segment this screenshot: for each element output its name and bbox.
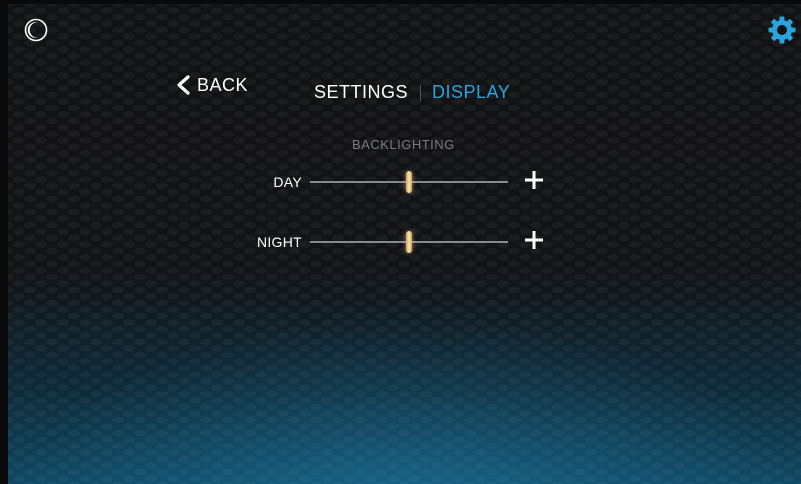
- display-settings-screen: BACK SETTINGS DISPLAY BACKLIGHTING DAY N…: [0, 0, 801, 484]
- day-plus-icon[interactable]: [522, 168, 546, 192]
- breadcrumb: SETTINGS DISPLAY: [314, 82, 510, 103]
- day-slider-row: DAY: [238, 170, 558, 194]
- night-slider-thumb[interactable]: [406, 231, 412, 253]
- breadcrumb-divider: [420, 84, 422, 101]
- day-slider-label: DAY: [273, 174, 302, 190]
- night-slider-label: NIGHT: [256, 234, 302, 250]
- night-slider-track[interactable]: [310, 231, 508, 253]
- day-slider-thumb[interactable]: [406, 171, 412, 193]
- breadcrumb-settings[interactable]: SETTINGS: [314, 82, 408, 103]
- chevron-left-icon: [177, 75, 190, 95]
- back-label: BACK: [197, 74, 249, 95]
- night-slider-row: NIGHT: [238, 230, 558, 254]
- breadcrumb-display: DISPLAY: [432, 82, 511, 102]
- moon-icon[interactable]: [24, 18, 48, 42]
- gear-icon[interactable]: [767, 15, 797, 45]
- night-plus-icon[interactable]: [522, 228, 546, 252]
- day-slider-track[interactable]: [310, 171, 508, 193]
- bottom-glow: [8, 314, 801, 484]
- back-button[interactable]: BACK: [175, 74, 248, 96]
- backlighting-title: BACKLIGHTING: [352, 137, 455, 152]
